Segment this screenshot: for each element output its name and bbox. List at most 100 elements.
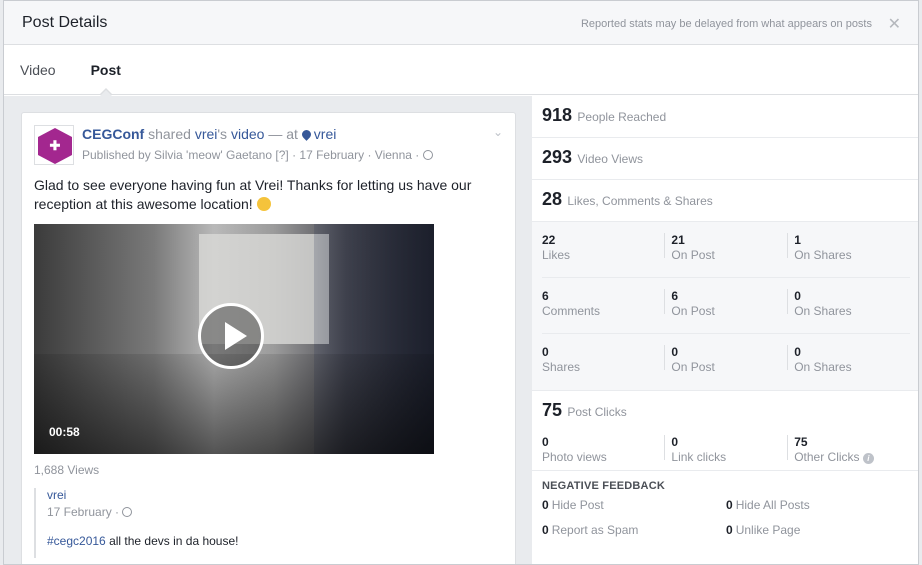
other-clicks-label: Other Clicks bbox=[794, 450, 860, 464]
negative-feedback-grid: 0 Hide Post 0 Hide All Posts 0 Report as Sp… bbox=[532, 492, 918, 548]
post-card: ✚ CEGConf shared vrei's video — at vrei … bbox=[21, 112, 516, 564]
stat-value: 21 bbox=[671, 233, 685, 247]
stat-label: On Shares bbox=[794, 248, 852, 262]
stat-cell: 0 Shares bbox=[542, 345, 664, 390]
tab-video[interactable]: Video bbox=[20, 45, 56, 94]
people-reached-stat: 918 People Reached bbox=[532, 96, 918, 138]
stat-value: 0 bbox=[726, 498, 733, 512]
video-bottom-shade bbox=[34, 354, 434, 454]
close-icon[interactable]: ✕ bbox=[888, 14, 901, 34]
unlike-page-stat: 0 Unlike Page bbox=[726, 523, 910, 548]
stat-label: On Post bbox=[671, 248, 715, 262]
stat-cell: 0 On Post bbox=[664, 345, 787, 374]
stat-label: Photo views bbox=[542, 450, 607, 464]
video-views-label: Video Views bbox=[577, 152, 643, 166]
stat-label: Likes bbox=[542, 248, 571, 262]
published-by: Published by Silvia 'meow' Gaetano bbox=[82, 148, 273, 162]
hashtag-link[interactable]: #cegc2016 bbox=[47, 534, 106, 548]
at-text: — at bbox=[268, 126, 298, 142]
post-details-dialog: Post Details Reported stats may be delay… bbox=[3, 0, 919, 565]
video-views-stat: 293 Video Views bbox=[532, 138, 918, 180]
hide-post-stat: 0 Hide Post bbox=[542, 498, 726, 523]
tab-post[interactable]: Post bbox=[90, 45, 121, 96]
comments-row: 6 Comments 6 On Post 0 On Shares bbox=[542, 278, 910, 334]
dialog-title: Post Details bbox=[22, 13, 108, 31]
post-meta: Published by Silvia 'meow' Gaetano [?] ·… bbox=[82, 148, 433, 162]
stat-cell: 75 Other Clicks i bbox=[787, 435, 910, 464]
stat-value: 75 bbox=[794, 435, 808, 449]
play-button[interactable] bbox=[198, 303, 264, 369]
post-message: Glad to see everyone having fun at Vrei!… bbox=[34, 176, 504, 214]
stat-value: 0 bbox=[671, 435, 679, 449]
stat-value: 1 bbox=[794, 233, 801, 247]
shared-post-message-text: all the devs in da house! bbox=[109, 534, 239, 548]
location-pin-icon bbox=[299, 128, 313, 141]
stat-label: Unlike Page bbox=[735, 523, 801, 537]
location-link[interactable]: vrei bbox=[314, 126, 337, 142]
shared-text: shared bbox=[148, 126, 191, 142]
report-spam-stat: 0 Report as Spam bbox=[542, 523, 726, 548]
stat-value: 22 bbox=[542, 233, 556, 247]
dialog-header: Post Details Reported stats may be delay… bbox=[4, 1, 918, 45]
tab-bar: Video Post bbox=[4, 45, 918, 96]
stat-cell: 0 On Shares bbox=[787, 345, 910, 374]
stat-label: Other Clicks i bbox=[794, 449, 910, 465]
owner-link[interactable]: vrei bbox=[195, 126, 218, 142]
engagement-breakdown: 22 Likes 21 On Post 1 On Shares 6 Comments 6… bbox=[532, 222, 918, 391]
likes-row: 22 Likes 21 On Post 1 On Shares bbox=[542, 222, 910, 278]
stat-value: 0 bbox=[542, 345, 549, 359]
stat-value: 0 bbox=[671, 345, 679, 359]
delay-note: Reported stats may be delayed from what … bbox=[580, 18, 872, 30]
stat-label: On Post bbox=[671, 304, 715, 318]
video-link[interactable]: video bbox=[231, 126, 264, 142]
stat-label: On Shares bbox=[794, 360, 852, 374]
stats-panel: 918 People Reached 293 Video Views 28 Li… bbox=[532, 96, 918, 564]
smiley-emoji-icon bbox=[256, 197, 271, 211]
page-avatar[interactable]: ✚ bbox=[34, 125, 74, 165]
stat-value: 0 bbox=[794, 345, 801, 359]
view-count[interactable]: 1,688 Views bbox=[34, 463, 99, 477]
stat-cell: 6 On Post bbox=[664, 289, 787, 318]
meta-separator: · bbox=[367, 148, 372, 162]
people-reached-label: People Reached bbox=[577, 110, 667, 124]
stat-label: Link clicks bbox=[671, 450, 727, 464]
stat-value: 0 bbox=[542, 498, 549, 512]
tab-post-label: Post bbox=[90, 62, 121, 78]
shared-post-date: 17 February · bbox=[47, 505, 133, 519]
shared-post-name[interactable]: vrei bbox=[47, 488, 66, 502]
post-date-link[interactable]: 17 February bbox=[299, 148, 364, 162]
stat-value: 0 bbox=[794, 289, 801, 303]
stat-value: 0 bbox=[542, 435, 549, 449]
stat-cell: 21 On Post bbox=[664, 233, 787, 262]
post-city-link[interactable]: Vienna bbox=[375, 148, 412, 162]
play-icon bbox=[225, 322, 247, 350]
shared-post-date-text[interactable]: 17 February · bbox=[47, 505, 119, 519]
stat-cell: 0 Photo views bbox=[542, 435, 664, 470]
shares-row: 0 Shares 0 On Post 0 On Shares bbox=[542, 334, 910, 390]
globe-icon bbox=[422, 150, 433, 160]
tab-video-label: Video bbox=[20, 62, 56, 78]
meta-separator: · bbox=[415, 148, 420, 162]
stat-label: Hide All Posts bbox=[735, 498, 810, 512]
chevron-down-icon[interactable]: ⌄ bbox=[493, 125, 503, 139]
shared-post-message: #cegc2016 all the devs in da house! bbox=[47, 534, 238, 548]
globe-icon bbox=[122, 507, 133, 517]
stat-value: 0 bbox=[542, 523, 549, 537]
stat-value: 0 bbox=[726, 523, 733, 537]
engagement-stat: 28 Likes, Comments & Shares bbox=[532, 180, 918, 222]
meta-separator: · bbox=[292, 148, 297, 162]
plus-icon: ✚ bbox=[49, 138, 61, 153]
post-message-text: Glad to see everyone having fun at Vrei!… bbox=[34, 177, 472, 212]
owner-suffix: 's bbox=[217, 126, 228, 142]
engagement-label: Likes, Comments & Shares bbox=[567, 194, 713, 208]
post-clicks-stat: 75 Post Clicks bbox=[532, 391, 918, 431]
video-player[interactable]: 00:58 bbox=[34, 224, 434, 454]
post-clicks-label: Post Clicks bbox=[567, 405, 627, 419]
page-name-link[interactable]: CEGConf bbox=[82, 126, 144, 142]
stat-value: 6 bbox=[542, 289, 549, 303]
info-icon[interactable]: i bbox=[862, 453, 874, 464]
people-reached-value: 918 bbox=[542, 105, 573, 125]
help-marker[interactable]: [?] bbox=[275, 148, 288, 162]
dialog-body: ✚ CEGConf shared vrei's video — at vrei … bbox=[4, 96, 918, 564]
post-header: ✚ CEGConf shared vrei's video — at vrei … bbox=[34, 125, 503, 165]
